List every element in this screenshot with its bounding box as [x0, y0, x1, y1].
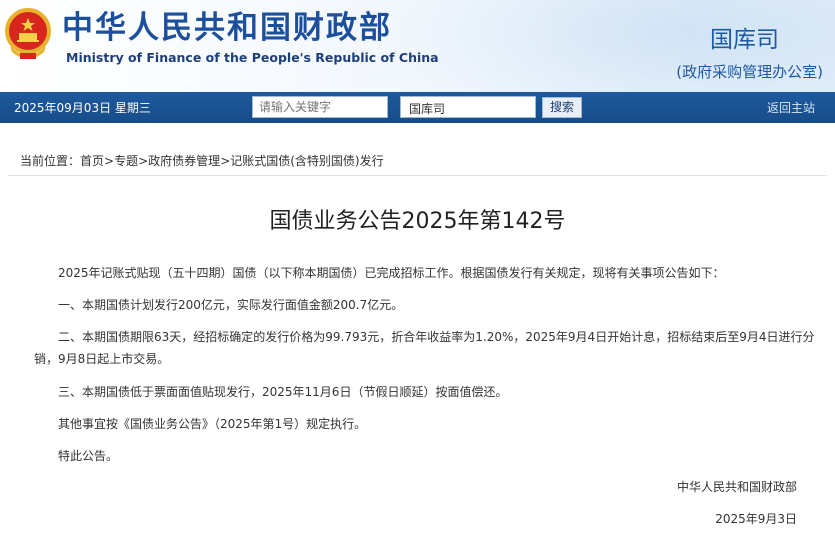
breadcrumb: 当前位置：首页>专题>政府债券管理>记账式国债(含特别国债)发行 [8, 146, 827, 176]
article-signature: 中华人民共和国财政部 [676, 480, 797, 494]
breadcrumb-separator: > [220, 154, 231, 168]
site-title-en: Ministry of Finance of the People's Repu… [66, 50, 439, 65]
article-paragraph-3: 三、本期国债低于票面面值贴现发行，2025年11月6日（节假日顺延）按面值偿还。 [58, 385, 508, 399]
search-input[interactable] [252, 96, 388, 118]
article-paragraph-4: 其他事宜按《国债业务公告》（2025年第1号）规定执行。 [58, 417, 367, 431]
department-name: 国库司 [710, 27, 779, 53]
breadcrumb-topics-link[interactable]: 专题 [114, 154, 138, 168]
breadcrumb-bond-issuance-link[interactable]: 记账式国债(含特别国债)发行 [230, 154, 383, 168]
article-title: 国债业务公告2025年第142号 [269, 209, 566, 234]
breadcrumb-separator: > [104, 154, 115, 168]
search-button[interactable]: 搜索 [542, 97, 582, 118]
breadcrumb-separator: > [138, 154, 149, 168]
breadcrumb-prefix: 当前位置： [20, 154, 81, 168]
article-paragraph-1: 一、本期国债计划发行200亿元，实际发行面值金额200.7亿元。 [58, 298, 404, 312]
return-home-link[interactable]: 返回主站 [767, 99, 815, 116]
current-date: 2025年09月03日 星期三 [14, 101, 151, 115]
search-scope-select[interactable]: 国库司 [400, 96, 536, 118]
article-paragraph-2-line-2: 销，9月8日起上市交易。 [34, 352, 170, 366]
article-paragraph-intro: 2025年记账式贴现（五十四期）国债（以下称本期国债）已完成招标工作。根据国债发… [58, 266, 725, 280]
national-emblem-icon [5, 8, 51, 59]
nav-bar: 2025年09月03日 星期三 国库司 搜索 返回主站 [0, 92, 835, 123]
breadcrumb-home-link[interactable]: 首页 [80, 154, 104, 168]
site-title-cn: 中华人民共和国财政部 [62, 10, 392, 46]
department-subtitle: (政府采购管理办公室) [676, 63, 823, 81]
article-paragraph-5: 特此公告。 [58, 449, 119, 463]
article-date: 2025年9月3日 [715, 512, 797, 526]
site-header: 中华人民共和国财政部 Ministry of Finance of the Pe… [0, 0, 835, 92]
breadcrumb-bond-management-link[interactable]: 政府债券管理 [148, 154, 220, 168]
article-paragraph-2-line-1: 二、本期国债期限63天，经招标确定的发行价格为99.793元，折合年收益率为1.… [58, 330, 815, 344]
